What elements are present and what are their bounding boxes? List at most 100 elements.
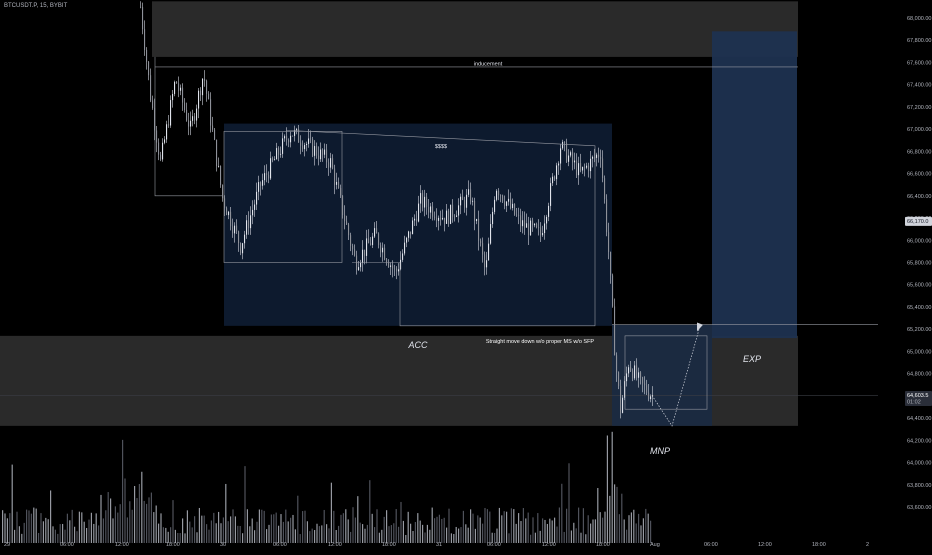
candle — [282, 138, 284, 154]
candle — [558, 163, 560, 166]
candle — [378, 233, 380, 246]
volume-bar — [489, 511, 491, 543]
candle — [356, 255, 358, 270]
volume-bar — [626, 529, 628, 543]
volume-bar — [630, 512, 632, 543]
candle — [372, 236, 374, 246]
volume-bar — [486, 509, 488, 543]
volume-bar — [510, 508, 512, 543]
candle — [606, 199, 608, 233]
candle — [466, 194, 468, 208]
volume-bar — [359, 522, 361, 543]
volume-bar — [498, 507, 500, 543]
volume-bar — [126, 517, 128, 543]
candle — [468, 189, 470, 195]
symbol-label: BTCUSDT.P, 15, BYBIT — [4, 3, 68, 9]
volume-bar — [282, 521, 284, 543]
candle — [368, 238, 370, 244]
chart[interactable]: inducement ACC MNP EXP $$$$ Straight move dow… — [0, 0, 932, 550]
candle — [534, 223, 536, 226]
candle — [598, 154, 600, 158]
candle — [392, 265, 394, 269]
candle — [396, 268, 398, 272]
candle — [588, 165, 590, 172]
x-tick-label: 30 — [220, 542, 226, 548]
volume-bar — [402, 520, 404, 543]
volume-bar — [611, 431, 613, 543]
volume-bar — [69, 520, 71, 543]
volume-bar — [508, 533, 510, 543]
candle — [242, 243, 244, 254]
volume-bar — [237, 525, 239, 543]
volume-bar — [448, 508, 450, 543]
volume-bar — [74, 526, 76, 543]
volume-bar — [105, 510, 107, 543]
candle — [300, 142, 302, 146]
price-badge-sub-1: 01:02 — [907, 399, 921, 405]
candle — [566, 142, 568, 162]
candle — [184, 102, 186, 111]
candle — [510, 198, 512, 209]
volume-bar — [376, 509, 378, 543]
chart-canvas[interactable]: inducement ACC MNP EXP $$$$ Straight move dow… — [0, 0, 932, 550]
candle — [170, 100, 172, 126]
volume-bar — [518, 513, 520, 543]
volume-bar — [378, 532, 380, 543]
candle — [246, 220, 248, 235]
volume-bar — [150, 492, 152, 543]
candle — [148, 61, 150, 76]
candle — [630, 367, 632, 371]
candle — [642, 377, 644, 384]
candle — [636, 365, 638, 378]
volume-bar — [244, 466, 246, 543]
volume-bar — [107, 492, 109, 543]
volume-bar — [201, 515, 203, 543]
candle — [168, 124, 170, 126]
volume-bar — [436, 516, 438, 543]
candle — [140, 6, 142, 8]
candle — [164, 139, 166, 143]
volume-bar — [352, 507, 354, 543]
candle — [490, 224, 492, 244]
volume-bar — [482, 523, 484, 543]
candle — [350, 235, 352, 246]
candle — [520, 215, 522, 227]
candle — [592, 156, 594, 159]
volume-bar — [330, 482, 332, 543]
volume-bar — [220, 523, 222, 543]
volume-bar — [558, 507, 560, 543]
volume-bar — [162, 527, 164, 543]
candle — [204, 78, 206, 81]
candle — [434, 216, 436, 218]
volume-bar — [136, 498, 138, 543]
candle — [460, 196, 462, 206]
x-tick-label: 12:00 — [542, 542, 556, 548]
volume-bar — [366, 524, 368, 543]
volume-bar — [357, 496, 359, 543]
candle — [312, 138, 314, 156]
volume-bar — [455, 526, 457, 543]
volume-bar — [45, 517, 47, 543]
candle — [590, 158, 592, 172]
candle — [462, 196, 464, 200]
candle — [274, 159, 276, 161]
y-tick-label: 66,800.00 — [907, 149, 931, 155]
y-tick-label: 65,400.00 — [907, 305, 931, 311]
volume-bar — [146, 503, 148, 543]
volume-bar — [470, 509, 472, 543]
candle — [622, 397, 624, 413]
candle — [322, 149, 324, 155]
candle — [440, 217, 442, 220]
volume-bar — [374, 527, 376, 543]
candle — [310, 138, 312, 140]
candle — [648, 392, 650, 399]
volume-bar — [182, 518, 184, 543]
price-badge-label-1: 64,603.5 — [907, 393, 928, 399]
candle — [386, 259, 388, 263]
x-tick-label: 06:00 — [60, 542, 74, 548]
candle — [188, 120, 190, 127]
candle — [430, 206, 432, 213]
candle — [270, 158, 272, 179]
volume-bar — [568, 463, 570, 543]
volume-bar — [472, 513, 474, 543]
